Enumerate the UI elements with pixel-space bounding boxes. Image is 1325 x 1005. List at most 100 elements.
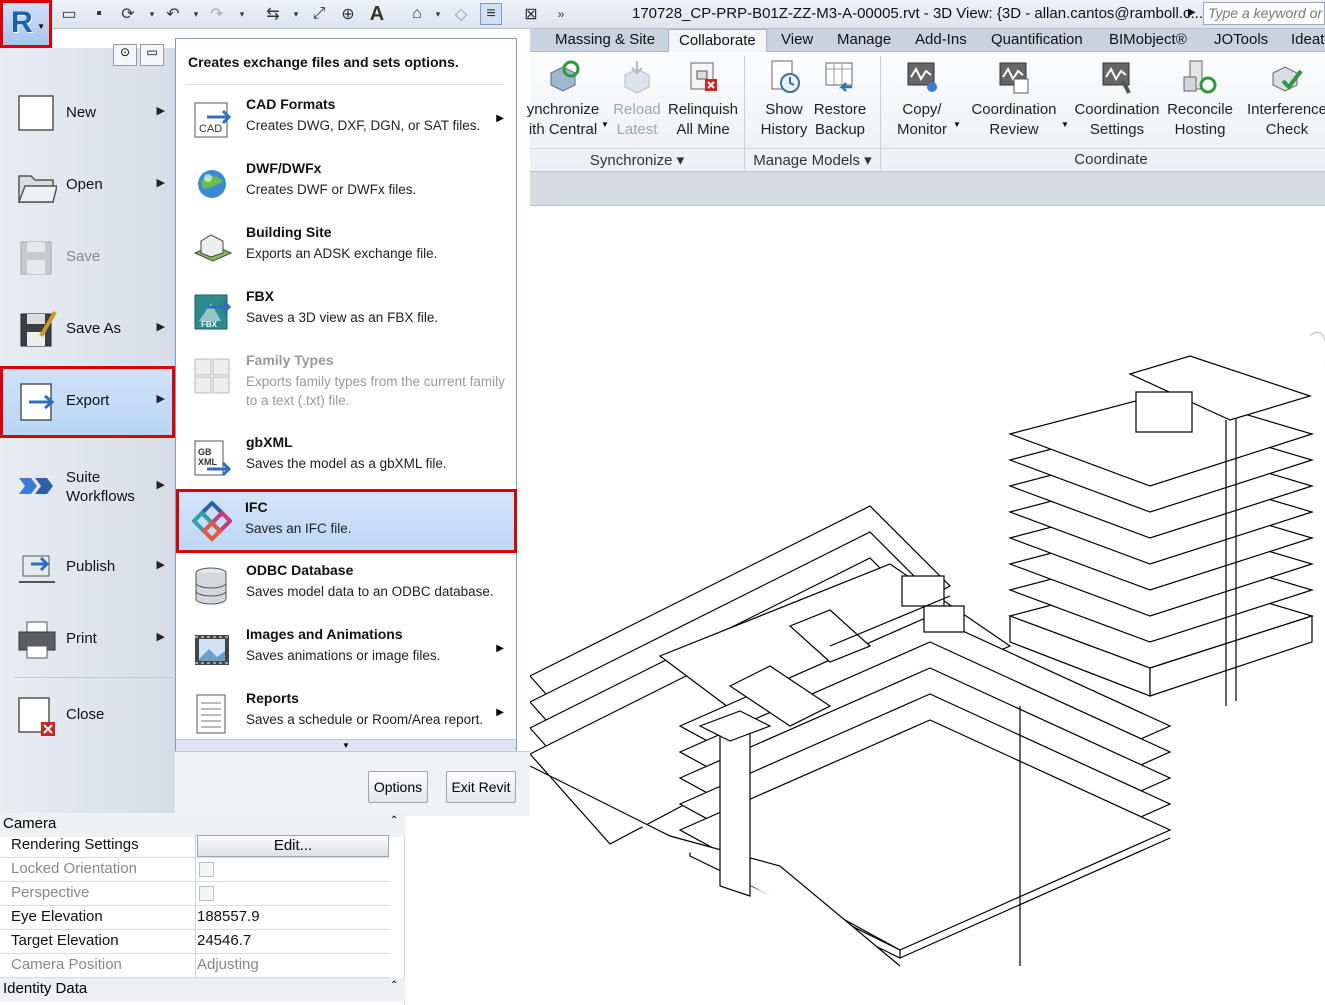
collapse-icon[interactable]: ⌃ <box>390 980 398 991</box>
synchronize-button[interactable]: ynchronize ith Central <box>526 56 600 140</box>
revit-logo-icon: R <box>11 6 33 39</box>
menu-publish[interactable]: Publish ▶ <box>0 532 175 604</box>
menu-suite-workflows[interactable]: Suite Workflows ▶ <box>0 450 175 522</box>
tag-icon[interactable]: ⊕ <box>337 3 359 25</box>
chevron-right-icon: ▶ <box>496 643 504 654</box>
relinquish-all-mine-button[interactable]: Relinquish All Mine <box>666 56 740 140</box>
ribbon-tabs: Massing & Site Collaborate View Manage A… <box>530 29 1325 53</box>
tab-quantification[interactable]: Quantification <box>991 31 1083 48</box>
reload-icon <box>617 56 657 98</box>
panel-synchronize[interactable]: Synchronize ▾ <box>530 148 744 170</box>
coordination-settings-button[interactable]: Coordination Settings <box>1070 56 1164 140</box>
chevron-down-icon[interactable]: ▼ <box>601 120 609 129</box>
prop-target-elevation[interactable]: Target Elevation 24546.7 <box>0 930 390 954</box>
chevron-right-icon: ▶ <box>496 113 504 124</box>
images-icon <box>193 629 233 671</box>
tab-add-ins[interactable]: Add-Ins <box>915 31 967 48</box>
text-icon[interactable]: A <box>366 3 388 25</box>
interference-icon <box>1267 56 1307 98</box>
menu-print[interactable]: Print ▶ <box>0 604 175 676</box>
close-hidden-windows-icon[interactable]: ⊠ <box>520 3 542 25</box>
show-history-button[interactable]: Show History <box>756 56 812 140</box>
suite-workflows-icon <box>17 464 57 508</box>
chevron-right-icon: ▶ <box>496 707 504 718</box>
copy-monitor-icon <box>902 56 942 98</box>
menu-export[interactable]: Export ▶ <box>0 366 175 438</box>
chevron-down-icon[interactable]: ▾ <box>236 3 248 25</box>
tab-massing-site[interactable]: Massing & Site <box>555 31 655 48</box>
tab-jotools[interactable]: JOTools <box>1214 31 1268 48</box>
new-icon <box>17 92 57 136</box>
3d-view-icon[interactable]: ⌂ <box>406 3 428 25</box>
application-menu-button[interactable]: R ▼ <box>0 0 52 48</box>
coordination-review-button[interactable]: Coordination Review <box>968 56 1060 140</box>
panel-manage-models[interactable]: Manage Models ▾ <box>745 148 880 170</box>
tab-view[interactable]: View <box>781 31 813 48</box>
menu-open[interactable]: Open ▶ <box>0 150 175 222</box>
restore-backup-button[interactable]: Restore Backup <box>812 56 868 140</box>
menu-save-as[interactable]: Save As ▶ <box>0 294 175 366</box>
sync-icon[interactable]: ⟳ <box>117 3 139 25</box>
measure-icon[interactable]: ⇆ <box>262 3 284 25</box>
export-dwf[interactable]: DWF/DWFx Creates DWF or DWFx files. <box>178 151 516 215</box>
relinquish-icon <box>683 56 723 98</box>
reload-latest-button[interactable]: Reload Latest <box>610 56 664 140</box>
reconcile-hosting-button[interactable]: Reconcile Hosting <box>1164 56 1236 140</box>
export-ifc[interactable]: IFC Saves an IFC file. <box>176 489 517 553</box>
recent-documents-icon[interactable]: ⊙ <box>113 44 137 66</box>
export-odbc[interactable]: ODBC Database Saves model data to an ODBC… <box>178 553 516 617</box>
chevron-down-icon[interactable]: ▼ <box>953 120 961 129</box>
export-gbxml[interactable]: GB XML gbXML Saves the model as a gbXML fi… <box>178 425 516 489</box>
exit-revit-button[interactable]: Exit Revit <box>446 771 516 803</box>
export-icon <box>17 380 57 424</box>
perspective-checkbox[interactable] <box>199 886 214 901</box>
save-icon[interactable]: ▪ <box>88 3 110 25</box>
search-input[interactable]: Type a keyword or ph <box>1203 2 1325 25</box>
tab-bimobject[interactable]: BIMobject® <box>1109 31 1187 48</box>
collapse-icon[interactable]: ⌃ <box>390 815 398 826</box>
export-images-animations[interactable]: Images and Animations Saves animations or… <box>178 617 516 681</box>
locked-orientation-checkbox[interactable] <box>199 862 214 877</box>
properties-palette: Camera ⌃ Rendering Settings Edit... Lock… <box>0 813 405 1005</box>
prop-eye-elevation[interactable]: Eye Elevation 188557.9 <box>0 906 390 930</box>
tab-ideate[interactable]: Ideat <box>1291 31 1324 48</box>
reports-icon <box>193 693 233 735</box>
chevron-right-icon: ▶ <box>156 479 165 491</box>
dwf-icon <box>193 163 233 205</box>
chevron-down-icon[interactable]: ▼ <box>1061 120 1069 129</box>
open-documents-icon[interactable]: ▭ <box>140 44 164 66</box>
scroll-down-icon[interactable]: ▼ <box>176 739 516 751</box>
open-icon[interactable]: ▭ <box>58 3 80 25</box>
redo-icon[interactable]: ↷ <box>206 3 228 25</box>
section-icon[interactable]: ◇ <box>450 3 472 25</box>
chevron-down-icon[interactable]: ▾ <box>146 3 158 25</box>
export-family-types[interactable]: Family Types Exports family types from th… <box>178 343 516 425</box>
tab-manage[interactable]: Manage <box>837 31 891 48</box>
export-fbx[interactable]: FBX FBX Saves a 3D view as an FBX file. <box>178 279 516 343</box>
chevron-right-icon[interactable]: ▶ <box>1188 7 1196 18</box>
export-building-site[interactable]: Building Site Exports an ADSK exchange fi… <box>178 215 516 279</box>
export-submenu: Creates exchange files and sets options.… <box>175 38 517 751</box>
svg-text:GB: GB <box>198 447 212 457</box>
chevron-down-icon[interactable]: ▾ <box>190 3 202 25</box>
copy-monitor-button[interactable]: Copy/Monitor <box>890 56 954 140</box>
prop-rendering-settings: Rendering Settings Edit... <box>0 834 390 858</box>
export-cad-formats[interactable]: CAD CAD Formats Creates DWG, DXF, DGN, or… <box>178 87 516 151</box>
edit-button[interactable]: Edit... <box>197 835 389 857</box>
interference-check-button[interactable]: Interference Check <box>1242 56 1325 140</box>
customize-toolbar-icon[interactable]: » <box>550 3 572 25</box>
thin-lines-icon[interactable]: ≡ <box>480 3 502 25</box>
menu-close[interactable]: Close <box>0 680 175 752</box>
chevron-down-icon[interactable]: ▾ <box>290 3 302 25</box>
aligned-dimension-icon[interactable]: ⤢ <box>308 3 330 25</box>
export-reports[interactable]: Reports Saves a schedule or Room/Area rep… <box>178 681 516 745</box>
group-identity-data[interactable]: Identity Data ⌃ <box>0 978 405 1002</box>
tab-collaborate[interactable]: Collaborate <box>668 29 767 53</box>
undo-icon[interactable]: ↶ <box>162 3 184 25</box>
options-button[interactable]: Options <box>368 771 428 803</box>
chevron-down-icon[interactable]: ▾ <box>432 3 444 25</box>
menu-save[interactable]: Save <box>0 222 175 294</box>
save-as-icon <box>17 308 57 352</box>
3d-viewport[interactable] <box>530 206 1325 1005</box>
menu-new[interactable]: New ▶ <box>0 78 175 150</box>
